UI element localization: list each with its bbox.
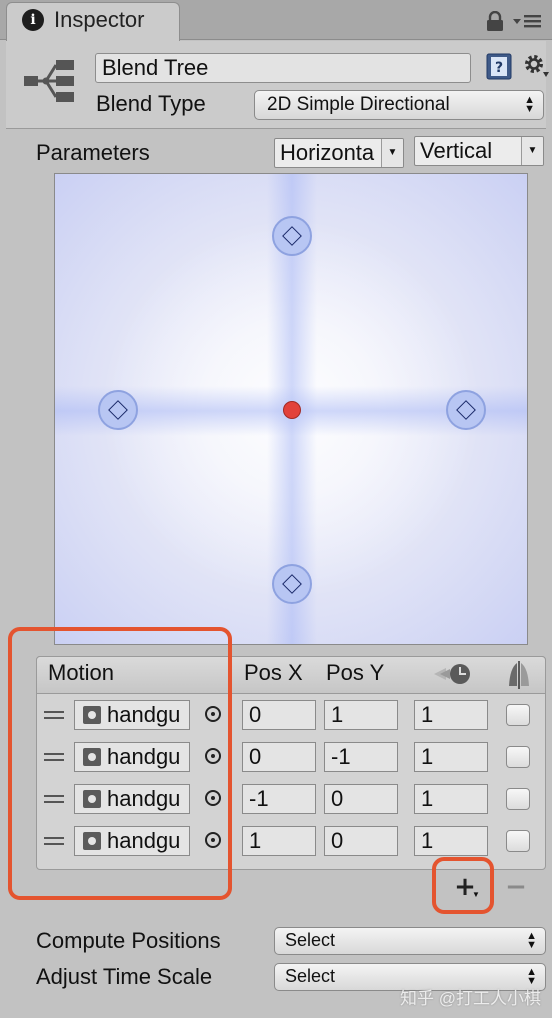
pos-x-field[interactable]: 1: [242, 826, 316, 856]
blend-type-dropdown[interactable]: 2D Simple Directional ▲ ▼: [254, 90, 544, 120]
remove-motion-button[interactable]: −: [500, 872, 532, 902]
pos-x-field[interactable]: 0: [242, 700, 316, 730]
highlight-add-button: [432, 857, 494, 914]
mirror-checkbox[interactable]: [506, 704, 530, 726]
adjust-time-scale-value: Select: [285, 966, 336, 986]
pos-x-field[interactable]: 0: [242, 742, 316, 772]
pos-y-column-header: Pos Y: [326, 660, 385, 685]
blend-node[interactable]: [272, 216, 312, 256]
compute-positions-label: Compute Positions: [36, 928, 221, 953]
pos-y-field[interactable]: 0: [324, 784, 398, 814]
blend-node[interactable]: [98, 390, 138, 430]
menu-icon[interactable]: [512, 12, 542, 30]
blend-type-value: 2D Simple Directional: [267, 94, 450, 115]
gear-icon[interactable]: [522, 52, 550, 80]
tab-title: Inspector: [54, 7, 145, 32]
info-icon: i: [22, 9, 44, 31]
x-parameter-dropdown[interactable]: Horizonta ▼: [274, 138, 404, 168]
updown-arrows-icon: ▲ ▼: [524, 94, 535, 115]
lock-icon[interactable]: [486, 11, 504, 31]
diamond-icon: [282, 226, 302, 246]
x-parameter-value: Horizonta: [280, 140, 375, 165]
speed-field[interactable]: 1: [414, 826, 488, 856]
dropdown-arrow-icon: ▼: [521, 137, 543, 165]
speed-field[interactable]: 1: [414, 700, 488, 730]
highlight-motion-column: [8, 627, 232, 900]
blend-node[interactable]: [272, 564, 312, 604]
pos-y-field[interactable]: 0: [324, 826, 398, 856]
help-book-icon[interactable]: ?: [486, 53, 512, 80]
speed-field[interactable]: 1: [414, 784, 488, 814]
mirror-checkbox[interactable]: [506, 746, 530, 768]
parameters-label: Parameters: [36, 140, 150, 165]
y-parameter-dropdown[interactable]: Vertical ▼: [414, 136, 544, 166]
blend-type-label: Blend Type: [96, 91, 206, 116]
current-blend-point[interactable]: [283, 401, 301, 419]
mirror-icon: [509, 661, 529, 689]
pos-y-field[interactable]: -1: [324, 742, 398, 772]
updown-arrows-icon: ▲ ▼: [526, 930, 537, 951]
dropdown-arrow-icon: ▼: [381, 139, 403, 167]
speed-clock-icon: [434, 664, 470, 684]
mirror-checkbox[interactable]: [506, 830, 530, 852]
blend-space-graph[interactable]: [54, 173, 528, 645]
adjust-time-scale-label: Adjust Time Scale: [36, 964, 213, 989]
blend-node[interactable]: [446, 390, 486, 430]
diamond-icon: [456, 400, 476, 420]
blend-tree-icon: [24, 60, 74, 102]
y-parameter-value: Vertical: [420, 138, 493, 163]
diamond-icon: [108, 400, 128, 420]
diamond-icon: [282, 574, 302, 594]
svg-text:?: ?: [495, 60, 503, 76]
pos-y-field[interactable]: 1: [324, 700, 398, 730]
pos-x-column-header: Pos X: [244, 660, 303, 685]
pos-x-field[interactable]: -1: [242, 784, 316, 814]
compute-positions-dropdown[interactable]: Select ▲ ▼: [274, 927, 546, 955]
speed-field[interactable]: 1: [414, 742, 488, 772]
mirror-checkbox[interactable]: [506, 788, 530, 810]
blend-tree-name-field[interactable]: Blend Tree: [95, 53, 471, 83]
watermark-text: 知乎 @打工人小棋: [400, 989, 541, 1008]
compute-positions-value: Select: [285, 930, 336, 950]
